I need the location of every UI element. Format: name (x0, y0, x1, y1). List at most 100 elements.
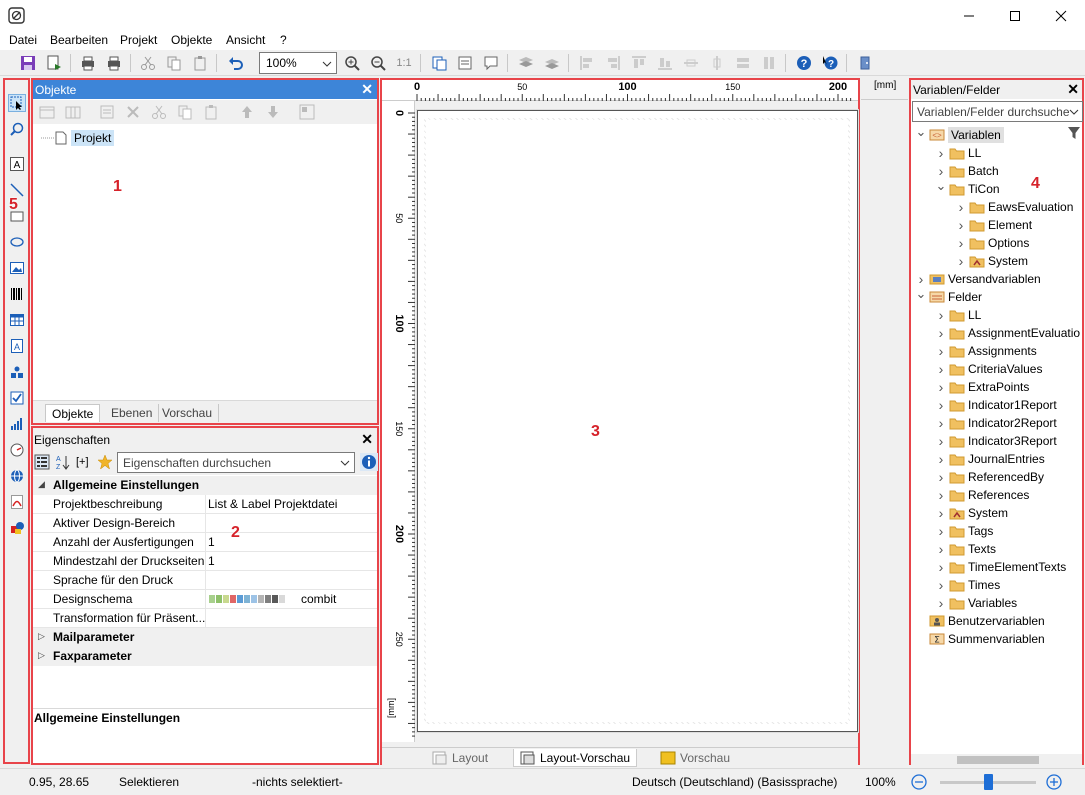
menu-help[interactable]: ? (280, 33, 287, 47)
menu-ansicht[interactable]: Ansicht (226, 33, 265, 47)
align-top-icon[interactable] (629, 53, 649, 73)
tree-node[interactable]: › Tags (935, 522, 994, 540)
tree-node[interactable]: › System (935, 504, 1008, 522)
save-as-icon[interactable] (44, 53, 64, 73)
expand-chevron-icon[interactable]: › (935, 469, 947, 485)
zoom-in-icon[interactable] (342, 53, 362, 73)
tree-node[interactable]: › ReferencedBy (935, 468, 1044, 486)
property-row[interactable]: Anzahl der Ausfertigungen 1 (33, 533, 377, 552)
collapse-chevron-icon[interactable]: ⌄ (935, 178, 947, 194)
expand-chevron-icon[interactable]: › (955, 217, 967, 233)
variables-search-input[interactable]: Variablen/Felder durchsuchen (912, 101, 1083, 122)
tree-node[interactable]: › Assignments (935, 342, 1037, 360)
page-canvas[interactable] (426, 120, 848, 722)
paste-object-icon[interactable] (203, 104, 219, 120)
sort-alphabetical-icon[interactable]: AZ (55, 454, 71, 470)
expand-chevron-icon[interactable]: › (935, 325, 947, 341)
zoom-out-icon[interactable] (368, 53, 388, 73)
page-setup-icon[interactable] (429, 53, 449, 73)
menu-bearbeiten[interactable]: Bearbeiten (50, 33, 108, 47)
copy-object-icon[interactable] (177, 104, 193, 120)
tab-layout-preview[interactable]: Layout-Vorschau (513, 749, 638, 767)
objects-panel-close-icon[interactable]: ✕ (361, 81, 373, 98)
same-height-icon[interactable] (759, 53, 779, 73)
tab-ebenen[interactable]: Ebenen (105, 404, 160, 422)
ole-object-tool-icon[interactable] (8, 519, 26, 537)
pdf-object-tool-icon[interactable] (8, 493, 26, 511)
info-icon[interactable] (360, 453, 378, 471)
tree-node[interactable]: › EawsEvaluation (955, 198, 1074, 216)
expand-chevron-icon[interactable]: › (935, 397, 947, 413)
expand-chevron-icon[interactable]: › (915, 271, 927, 287)
favorites-star-icon[interactable] (97, 454, 113, 470)
tree-node[interactable]: Benutzervariablen (915, 612, 1045, 630)
tree-node[interactable]: ⌄ Felder (915, 286, 982, 306)
tree-node[interactable]: › Times (935, 576, 1001, 594)
maximize-button[interactable] (992, 0, 1038, 32)
expand-chevron-icon[interactable]: › (955, 199, 967, 215)
print-preview-icon[interactable] (78, 53, 98, 73)
select-tool-icon[interactable] (8, 94, 26, 112)
move-down-icon[interactable] (265, 104, 281, 120)
tree-node[interactable]: › Variables (935, 594, 1017, 612)
expand-all-button[interactable]: [+] (76, 456, 89, 468)
object-properties-icon[interactable] (99, 104, 115, 120)
zoom-in-circle-icon[interactable] (1046, 774, 1062, 790)
tree-node[interactable]: › Options (955, 234, 1030, 252)
group-allgemeine-einstellungen[interactable]: ◢ Allgemeine Einstellungen (33, 476, 377, 495)
expand-chevron-icon[interactable]: › (935, 163, 947, 179)
property-row[interactable]: Designschema combit (33, 590, 377, 609)
move-up-icon[interactable] (239, 104, 255, 120)
layer-down-icon[interactable] (542, 53, 562, 73)
tree-node[interactable]: › JournalEntries (935, 450, 1045, 468)
formatted-text-tool-icon[interactable]: A (8, 337, 26, 355)
property-row[interactable]: Transformation für Präsent... (33, 609, 377, 628)
property-row[interactable]: Projektbeschreibung List & Label Projektd… (33, 495, 377, 514)
print-icon[interactable] (104, 53, 124, 73)
zoom-tool-icon[interactable] (8, 120, 26, 138)
expand-chevron-icon[interactable]: › (935, 361, 947, 377)
exit-icon[interactable] (855, 53, 875, 73)
center-vertical-icon[interactable] (707, 53, 727, 73)
zoom-reset-button[interactable]: 1:1 (394, 53, 414, 73)
expand-chevron-icon[interactable]: › (935, 595, 947, 611)
expand-chevron-icon[interactable]: › (935, 505, 947, 521)
picture-tool-icon[interactable] (8, 259, 26, 277)
align-right-icon[interactable] (603, 53, 623, 73)
menu-projekt[interactable]: Projekt (120, 33, 157, 47)
comment-icon[interactable] (481, 53, 501, 73)
expand-chevron-icon[interactable]: › (955, 235, 967, 251)
report-page[interactable] (417, 110, 858, 732)
crosstab-tool-icon[interactable] (8, 363, 26, 381)
zoom-slider-thumb[interactable] (983, 774, 993, 790)
expand-chevron-icon[interactable]: › (935, 487, 947, 503)
tree-node[interactable]: Σ Summenvariablen (915, 630, 1045, 648)
expand-chevron-icon[interactable]: › (935, 343, 947, 359)
horizontal-scrollbar[interactable] (911, 754, 1082, 766)
expand-chevron-icon[interactable]: › (935, 451, 947, 467)
save-icon[interactable] (18, 53, 38, 73)
tree-node[interactable]: › Versandvariablen (915, 270, 1041, 288)
text-tool-icon[interactable]: A (8, 155, 26, 173)
new-object-icon[interactable] (39, 104, 55, 120)
tab-layout[interactable]: Layout (426, 749, 494, 767)
minimize-button[interactable] (946, 0, 992, 32)
tree-node[interactable]: › Indicator1Report (935, 396, 1057, 414)
ellipse-tool-icon[interactable] (8, 233, 26, 251)
expand-chevron-icon[interactable]: › (935, 379, 947, 395)
tree-node[interactable]: › Indicator3Report (935, 432, 1057, 450)
same-width-icon[interactable] (733, 53, 753, 73)
collapse-chevron-icon[interactable]: ⌄ (915, 124, 927, 140)
layer-up-icon[interactable] (516, 53, 536, 73)
property-row[interactable]: Mindestzahl der Druckseiten 1 (33, 552, 377, 571)
tree-node[interactable]: › Texts (935, 540, 996, 558)
tree-node[interactable]: › LL (935, 144, 982, 162)
align-left-icon[interactable] (577, 53, 597, 73)
properties-panel-close-icon[interactable]: ✕ (361, 431, 373, 448)
cut-icon[interactable] (138, 53, 158, 73)
zoom-out-circle-icon[interactable] (911, 774, 927, 790)
tree-node[interactable]: › LL (935, 306, 982, 324)
close-button[interactable] (1038, 0, 1084, 32)
gauge-tool-icon[interactable] (8, 441, 26, 459)
tab-objekte[interactable]: Objekte (45, 404, 101, 422)
